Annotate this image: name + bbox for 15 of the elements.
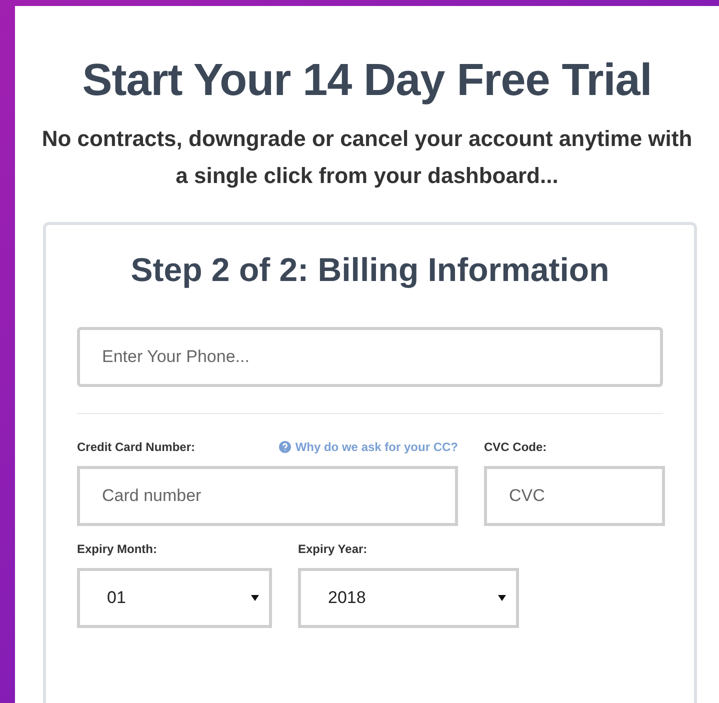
page-heading: Start Your 14 Day Free Trial (82, 54, 652, 106)
field-label: CVC Code: (484, 440, 548, 454)
caret-icon (251, 595, 259, 601)
form-title: Step 2 of 2: Billing Information (130, 251, 610, 289)
page-subheading: No contracts, downgrade or cancel your account anytime with a single click from your dashboard... (40, 125, 694, 190)
field-label: Credit Card Number: (77, 440, 196, 454)
year-select[interactable]: 2018 (298, 568, 519, 628)
month-select[interactable]: 01 (77, 568, 272, 628)
cvc-field[interactable]: CVC (484, 466, 665, 526)
caret-icon (498, 595, 506, 601)
help-icon (279, 441, 292, 453)
card-number-field[interactable]: Card number (77, 466, 458, 526)
phone-field[interactable]: Enter Your Phone... (77, 327, 663, 387)
field-label: Expiry Year: (298, 542, 368, 556)
field-label: Expiry Month: (77, 542, 158, 556)
